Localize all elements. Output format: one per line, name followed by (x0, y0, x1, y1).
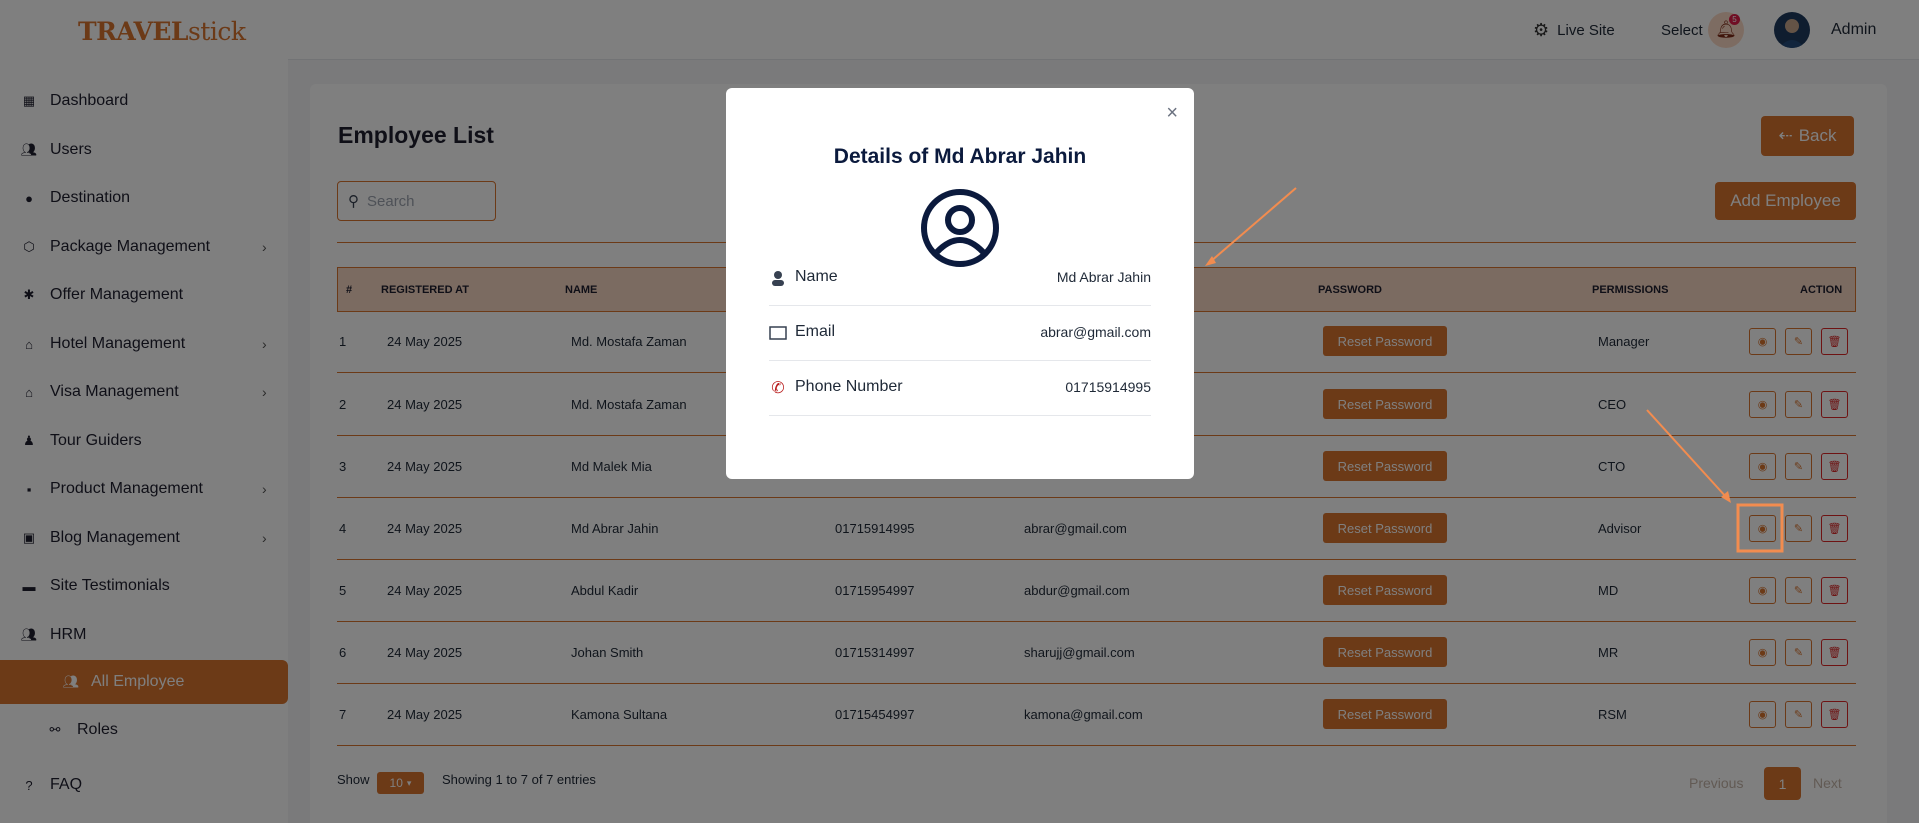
field-label: Email (795, 323, 836, 340)
modal-row-phone: ✆ Phone Number 01715914995 (769, 361, 1151, 416)
field-value: Md Abrar Jahin (1056, 269, 1151, 285)
employee-details-modal: × Details of Md Abrar Jahin Name Md Abra… (726, 88, 1194, 479)
modal-title: Details of Md Abrar Jahin (833, 145, 1087, 168)
field-label: Name (795, 268, 838, 285)
email-icon (769, 324, 787, 342)
field-value: abrar@gmail.com (1040, 324, 1151, 340)
phone-icon: ✆ (771, 380, 785, 397)
field-value: 01715914995 (1065, 379, 1151, 395)
close-icon[interactable]: × (1166, 102, 1178, 125)
modal-row-name: Name Md Abrar Jahin (769, 251, 1151, 306)
field-label: Phone Number (795, 378, 903, 395)
modal-row-email: Email abrar@gmail.com (769, 306, 1151, 361)
person-icon (769, 269, 787, 287)
